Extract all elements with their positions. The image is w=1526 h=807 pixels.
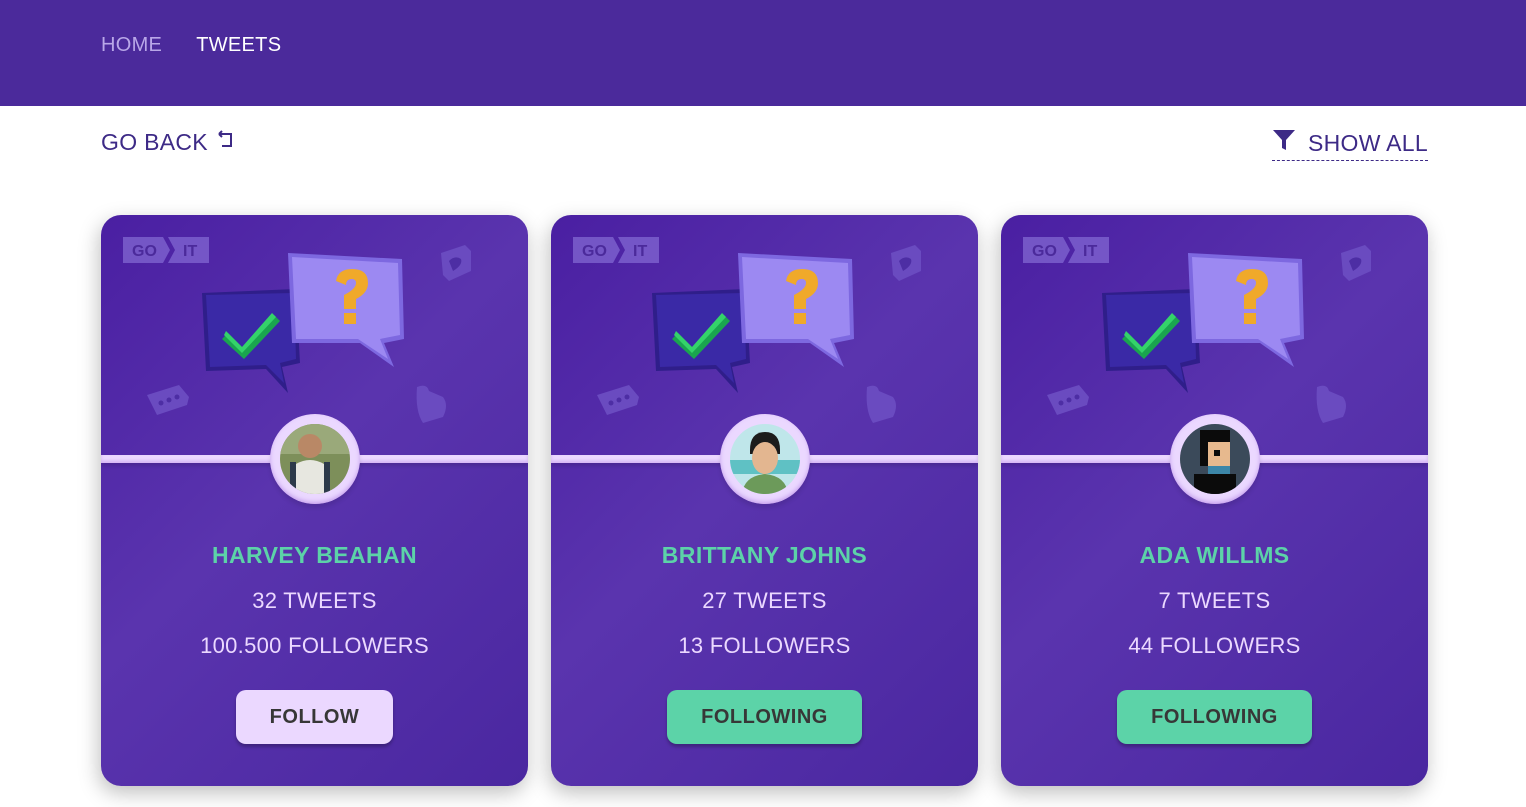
follow-button[interactable]: FOLLOW bbox=[236, 690, 393, 744]
avatar bbox=[730, 424, 800, 494]
go-back-button[interactable]: GO BACK bbox=[101, 129, 236, 156]
chat-dots-deco-icon bbox=[1047, 385, 1089, 415]
tweets-count: 32 TWEETS bbox=[252, 588, 377, 613]
logo-text-go: GO bbox=[582, 243, 607, 260]
heart-bubble-deco-icon bbox=[1341, 245, 1371, 281]
avatar-frame bbox=[270, 414, 360, 504]
chat-dots-deco-icon bbox=[147, 385, 189, 415]
logo-text-go: GO bbox=[1032, 243, 1057, 260]
heart-bubble-deco-icon bbox=[441, 245, 471, 281]
show-all-filter[interactable]: SHOW ALL bbox=[1272, 129, 1428, 161]
followers-count: 44 FOLLOWERS bbox=[1128, 633, 1301, 658]
filter-icon bbox=[1272, 129, 1296, 157]
avatar bbox=[1180, 424, 1250, 494]
bubble-deco-icon bbox=[416, 385, 446, 423]
tweets-count: 7 TWEETS bbox=[1158, 588, 1271, 613]
return-arrow-icon bbox=[216, 129, 236, 156]
user-card: GO IT bbox=[1001, 215, 1428, 786]
go-back-label: GO BACK bbox=[101, 129, 208, 155]
user-name: BRITTANY JOHNS bbox=[661, 542, 868, 568]
bubble-deco-icon bbox=[866, 385, 896, 423]
heart-bubble-deco-icon bbox=[891, 245, 921, 281]
bubble-deco-icon bbox=[1316, 385, 1346, 423]
followers-count: 13 FOLLOWERS bbox=[678, 633, 851, 658]
nav-tweets-link[interactable]: TWEETS bbox=[196, 34, 281, 57]
nav-home-link[interactable]: HOME bbox=[101, 34, 162, 57]
avatar-frame bbox=[1170, 414, 1260, 504]
tweets-count: 27 TWEETS bbox=[702, 588, 827, 613]
chat-dots-deco-icon bbox=[597, 385, 639, 415]
avatar-frame bbox=[720, 414, 810, 504]
user-cards-list: GO IT HARVEY BEAHAN 32 TWEETS 100.500 FO… bbox=[101, 215, 1428, 786]
followers-count: 100.500 FOLLOWERS bbox=[200, 633, 429, 658]
avatar bbox=[280, 424, 350, 494]
following-button[interactable]: FOLLOWING bbox=[667, 690, 862, 744]
show-all-label: SHOW ALL bbox=[1308, 129, 1428, 156]
user-name: ADA WILLMS bbox=[1139, 542, 1290, 568]
top-navbar: HOME TWEETS bbox=[0, 0, 1526, 106]
question-answer-bubbles-illustration bbox=[1102, 253, 1304, 393]
question-answer-bubbles-illustration bbox=[202, 253, 404, 393]
following-button[interactable]: FOLLOWING bbox=[1117, 690, 1312, 744]
logo-text-go: GO bbox=[132, 243, 157, 260]
main-nav: HOME TWEETS bbox=[101, 34, 281, 57]
user-name: HARVEY BEAHAN bbox=[211, 542, 417, 568]
user-card: GO IT bbox=[551, 215, 978, 786]
user-card: GO IT bbox=[101, 215, 528, 786]
question-answer-bubbles-illustration bbox=[652, 253, 854, 393]
